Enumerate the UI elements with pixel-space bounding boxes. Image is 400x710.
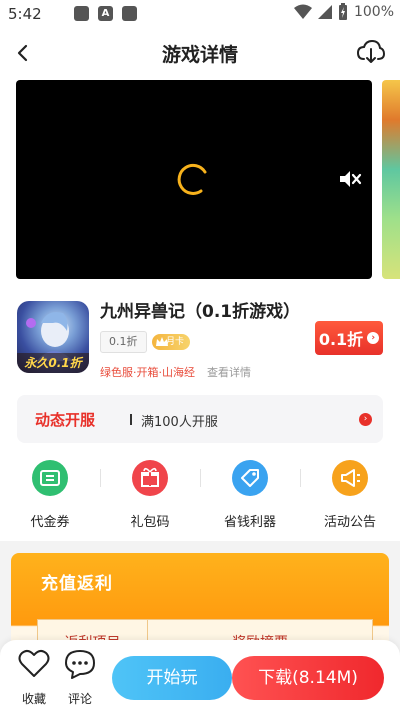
quick-nav-label: 代金券: [30, 515, 70, 530]
rebate-title: 充值返利: [41, 574, 113, 594]
loading-spinner-icon: [177, 163, 207, 195]
comment-label: 评论: [67, 692, 92, 706]
quick-nav-label: 活动公告: [323, 515, 376, 530]
cloud-download-icon[interactable]: [356, 38, 386, 66]
status-bar: 5:42 A 100%: [0, 0, 400, 28]
server-info: 满100人开服: [141, 415, 218, 430]
heart-icon: [18, 649, 50, 677]
quick-nav: 代金券 礼包码 省钱利器 活动公告: [0, 460, 400, 530]
mute-icon[interactable]: [338, 168, 362, 190]
quick-nav-savings[interactable]: 省钱利器: [210, 460, 290, 530]
page-title: 游戏详情: [161, 44, 238, 66]
discount-tag: 0.1折: [100, 331, 147, 353]
wifi-icon: [293, 4, 312, 19]
download-button[interactable]: 下载(8.14M): [232, 656, 384, 700]
battery-percent: 100%: [353, 4, 394, 20]
quick-nav-label: 省钱利器: [223, 515, 276, 530]
quick-nav-gift[interactable]: 礼包码: [110, 460, 190, 530]
vip-badge: 月卡: [152, 334, 190, 350]
comment-icon: [65, 650, 95, 679]
chevron-right-icon: ›: [359, 413, 372, 426]
game-title: 九州异兽记（0.1折游戏）: [100, 302, 301, 322]
quick-nav-label: 礼包码: [130, 515, 170, 530]
game-tags: 绿色服·开箱·山海经: [100, 366, 195, 379]
quick-nav-announcement[interactable]: 活动公告: [310, 460, 390, 530]
gift-icon: [132, 460, 168, 496]
start-play-button[interactable]: 开始玩: [112, 656, 232, 700]
video-player[interactable]: [16, 80, 372, 279]
divider: [300, 469, 301, 487]
divider: [100, 469, 101, 487]
price-button-label: 0.1折: [318, 330, 364, 349]
tag-icon: [232, 460, 268, 496]
chevron-right-icon: ›: [367, 332, 380, 344]
comment-button[interactable]: 评论: [60, 648, 100, 707]
server-label: 动态开服: [35, 411, 96, 429]
favorite-button[interactable]: 收藏: [14, 648, 54, 707]
media-thumbnail[interactable]: [382, 80, 400, 279]
voucher-icon: [32, 460, 68, 496]
game-icon: 永久0.1折: [17, 301, 89, 373]
server-open-bar[interactable]: 动态开服 满100人开服 ›: [17, 395, 383, 443]
notification-a-icon: A: [98, 6, 113, 21]
status-time: 5:42: [8, 5, 42, 23]
bottom-action-bar: 收藏 评论 开始玩 下载(8.14M): [0, 640, 400, 710]
megaphone-icon: [332, 460, 368, 496]
header: 游戏详情: [0, 34, 400, 74]
quick-nav-voucher[interactable]: 代金券: [10, 460, 90, 530]
crown-icon: [156, 337, 168, 346]
view-details-link[interactable]: 查看详情: [207, 364, 251, 380]
notification-icon: [74, 6, 89, 21]
notification-icon: [122, 6, 137, 21]
divider: [130, 414, 132, 425]
game-icon-badge: 永久0.1折: [17, 353, 89, 373]
battery-icon: [338, 3, 347, 20]
favorite-label: 收藏: [21, 692, 46, 706]
discount-price-button[interactable]: 0.1折 ›: [315, 321, 383, 355]
signal-icon: [317, 5, 332, 19]
divider: [200, 469, 201, 487]
